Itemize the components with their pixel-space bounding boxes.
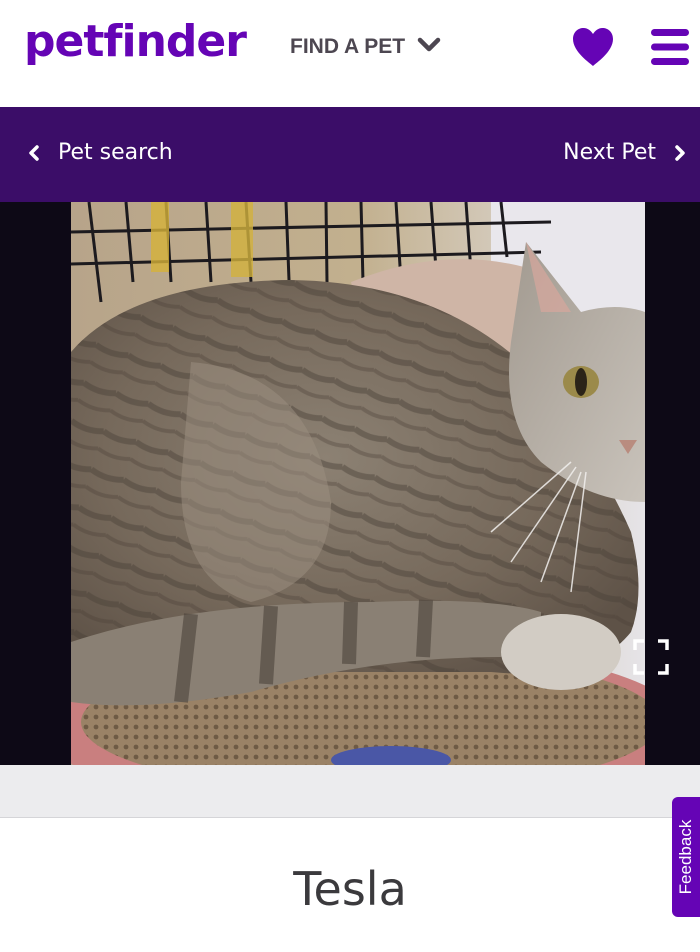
petfinder-logo[interactable]: petfinder bbox=[24, 12, 247, 72]
favorites-heart-icon[interactable] bbox=[570, 26, 616, 68]
pet-photo-carousel bbox=[0, 202, 700, 765]
hamburger-menu-icon[interactable] bbox=[651, 27, 689, 67]
pet-search-back-link[interactable]: Pet search bbox=[28, 140, 173, 165]
find-a-pet-label: FIND A PET bbox=[290, 35, 406, 58]
pet-search-label: Pet search bbox=[58, 140, 173, 165]
feedback-label: Feedback bbox=[676, 819, 695, 895]
next-pet-label: Next Pet bbox=[563, 140, 656, 165]
site-header: petfinder FIND A PET bbox=[0, 0, 700, 107]
pet-navigation-bar: Pet search Next Pet bbox=[0, 107, 700, 202]
pet-name-heading: Tesla bbox=[293, 862, 407, 916]
pet-photo[interactable] bbox=[71, 202, 645, 765]
next-pet-link[interactable]: Next Pet bbox=[563, 140, 686, 165]
find-a-pet-dropdown[interactable]: FIND A PET bbox=[290, 32, 441, 62]
fullscreen-expand-icon[interactable] bbox=[632, 638, 670, 676]
chevron-left-icon bbox=[29, 144, 39, 161]
feedback-tab-button[interactable]: Feedback bbox=[672, 797, 700, 917]
photo-thumbnail-strip bbox=[0, 765, 700, 818]
chevron-down-icon bbox=[417, 35, 441, 59]
chevron-right-icon bbox=[675, 144, 685, 161]
